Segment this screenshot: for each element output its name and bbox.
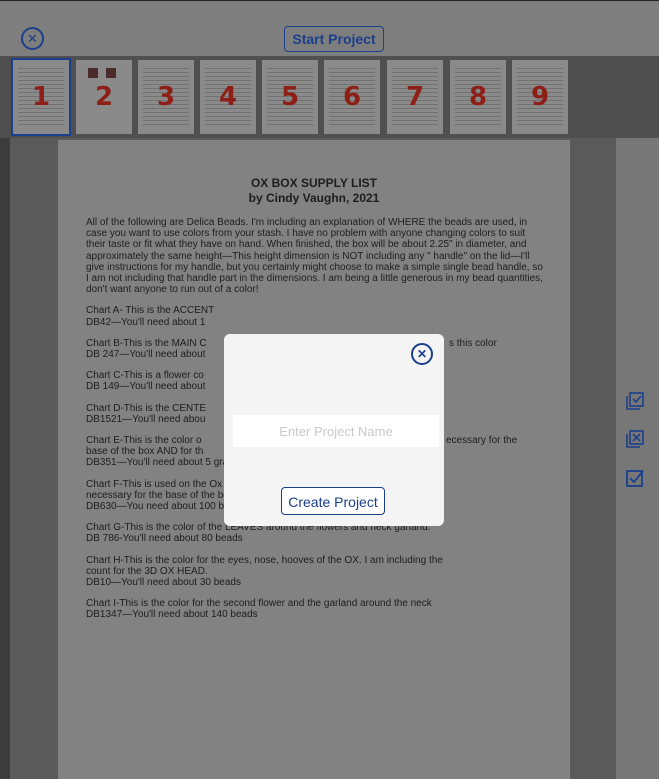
chart-b-line-end: s this color [449,337,497,349]
deselect-all-icon[interactable] [624,428,646,450]
page-thumbnail-strip: 1 2 3 4 5 6 7 8 9 [0,56,659,138]
chart-c-bead: DB 149—You'll need about [86,381,206,393]
page-thumbnail-4[interactable]: 4 [200,60,256,134]
chart-e-line-2: base of the box AND for th [86,446,204,458]
thumbnail-number: 3 [156,82,176,112]
page-thumbnail-7[interactable]: 7 [387,60,443,134]
thumbnail-number: 6 [342,82,362,112]
page-thumbnail-9[interactable]: 9 [512,60,568,134]
chart-h-line: Chart H-This is the color for the eyes, … [86,554,443,566]
create-project-dialog: ✕ Create Project [224,334,444,526]
document-subtitle: by Cindy Vaughn, 2021 [248,191,380,205]
chart-e-bead: DB351—You'll need about 5 grams [86,457,242,469]
top-toolbar: ✕ Start Project [0,0,659,57]
thumbnail-number: 4 [218,82,238,112]
project-name-input[interactable] [233,415,439,447]
chart-b-line: Chart B-This is the MAIN C [86,337,207,349]
select-all-icon[interactable] [624,390,646,412]
chart-h-bead: DB10—You'll need about 30 beads [86,577,241,589]
chart-i-line: Chart I-This is the color for the second… [86,598,432,610]
chart-g-bead: DB 786-You'll need about 80 beads [86,533,243,545]
thumbnail-number: 8 [468,82,488,112]
close-icon[interactable]: ✕ [411,343,433,365]
create-project-button[interactable]: Create Project [281,487,385,515]
chart-a-bead: DB42—You'll need about 1 [86,316,206,328]
chart-f-bead: DB630—You need about 100 beads [86,501,246,513]
thumbnail-number: 2 [94,82,114,112]
side-tool-panel [616,138,659,779]
thumbnail-number: 7 [405,82,425,112]
thumbnail-number: 1 [31,82,51,112]
chart-c-line: Chart C-This is a flower co [86,370,204,382]
checkbox-icon[interactable] [624,467,646,489]
page-thumbnail-2[interactable]: 2 [76,60,132,134]
page-thumbnail-1[interactable]: 1 [11,58,71,136]
intro-paragraph: All of the following are Delica Beads. I… [86,217,543,296]
chart-b-bead: DB 247—You'll need about [86,349,206,361]
start-project-button[interactable]: Start Project [284,26,384,52]
chart-e-line: Chart E-This is the color o [86,435,202,447]
chart-e-line-end: ecessary for the [446,435,518,447]
thumbnail-number: 9 [530,82,550,112]
document-title: OX BOX SUPPLY LIST [250,176,378,190]
thumbnail-number: 5 [280,82,300,112]
chart-a-line: Chart A- This is the ACCENT [86,305,215,317]
page-thumbnail-6[interactable]: 6 [324,60,380,134]
chart-i-bead: DB1347—You'll need about 140 beads [86,609,258,621]
page-thumbnail-8[interactable]: 8 [450,60,506,134]
page-thumbnail-5[interactable]: 5 [262,60,318,134]
page-thumbnail-3[interactable]: 3 [138,60,194,134]
chart-d-line: Chart D-This is the CENTE [86,402,207,414]
close-icon[interactable]: ✕ [21,27,44,50]
chart-d-bead: DB1521—You'll need abou [86,413,206,425]
chart-h-line-2: count for the 3D OX HEAD. [86,565,208,577]
left-gutter [0,138,10,779]
